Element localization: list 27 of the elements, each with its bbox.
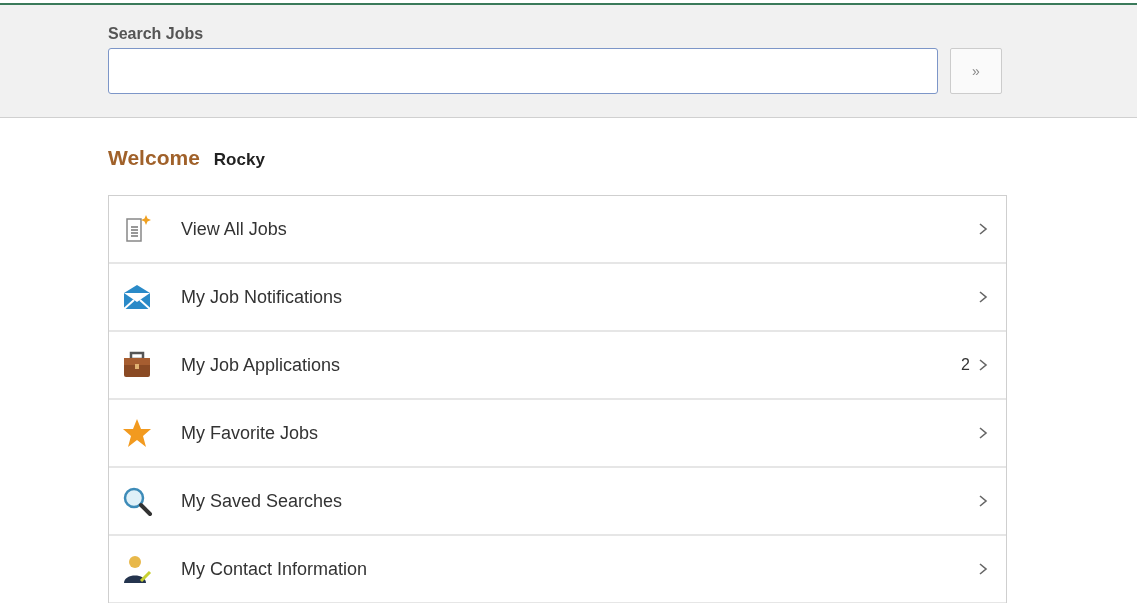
search-field[interactable] [108, 48, 938, 94]
menu-item[interactable]: My Job Applications 2 [109, 332, 1006, 400]
person-icon [121, 553, 153, 585]
search-icon [121, 485, 153, 517]
menu-item[interactable]: My Job Notifications [109, 264, 1006, 332]
user-name: Rocky [213, 150, 265, 170]
welcome-heading: Welcome [108, 146, 200, 170]
chevron-icon [978, 426, 988, 440]
chevron-icon [978, 562, 988, 576]
chevron-icon [978, 494, 988, 508]
search-button[interactable]: » [950, 48, 1002, 94]
menu-item[interactable]: View All Jobs [109, 196, 1006, 264]
menu-item-label: My Contact Information [181, 558, 369, 580]
menu-item[interactable]: My Favorite Jobs [109, 400, 1006, 468]
chevron-icon [978, 290, 988, 304]
star-icon [121, 417, 153, 449]
menu-item[interactable]: My Contact Information [109, 536, 1006, 603]
chevron-icon [978, 358, 988, 372]
menu-item-label: My Job Applications [181, 354, 342, 376]
menu-item[interactable]: My Saved Searches [109, 468, 1006, 536]
search-label: Search Jobs [108, 25, 205, 43]
menu-item-label: My Job Notifications [181, 286, 344, 308]
count: 2 [961, 356, 970, 374]
menu-item-label: My Saved Searches [181, 490, 344, 512]
chevron-icon [978, 222, 988, 236]
menu-item-label: My Favorite Jobs [181, 422, 320, 444]
menu-item-label: View All Jobs [181, 218, 288, 240]
